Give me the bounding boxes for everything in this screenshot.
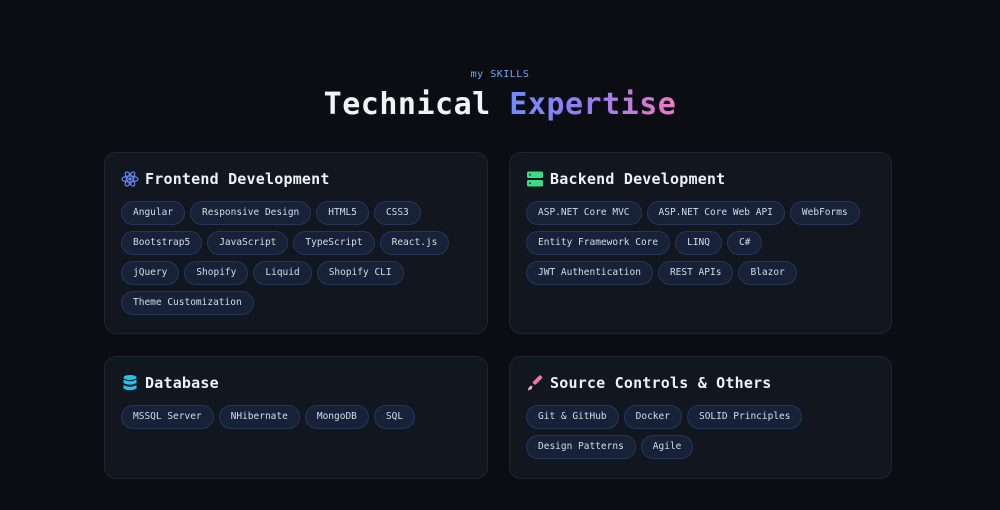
- skill-chip: Shopify CLI: [316, 261, 404, 285]
- skill-chip: MongoDB: [304, 405, 369, 429]
- card-title: Source Controls & Others: [550, 374, 772, 392]
- skill-chip: C#: [727, 231, 763, 255]
- section-heading: Technical Expertise: [0, 84, 1000, 126]
- card-title: Database: [145, 374, 219, 392]
- skill-chip: Responsive Design: [190, 201, 312, 225]
- skill-chip: Design Patterns: [526, 435, 636, 459]
- skill-chip: jQuery: [121, 261, 180, 285]
- heading-word-expertise: Expertise: [509, 87, 677, 122]
- skill-chip: Blazor: [738, 261, 797, 285]
- skill-chip: Git & GitHub: [526, 405, 619, 429]
- heading-word-technical: Technical: [323, 87, 491, 122]
- skill-chip: Docker: [623, 405, 682, 429]
- database-icon: [121, 374, 139, 392]
- skill-chip: HTML5: [316, 201, 369, 225]
- skill-chip: Agile: [640, 435, 694, 459]
- section-eyebrow: my SKILLS: [470, 69, 530, 80]
- card-title: Frontend Development: [145, 170, 330, 188]
- skill-chip-list: MSSQL Server NHibernate MongoDB SQL: [121, 405, 471, 429]
- skill-chip-list: Angular Responsive Design HTML5 CSS3 Boo…: [121, 201, 471, 315]
- skill-chip: ASP.NET Core MVC: [526, 201, 642, 225]
- skill-chip: LINQ: [675, 231, 722, 255]
- skill-chip: Bootstrap5: [121, 231, 203, 255]
- skill-chip: JWT Authentication: [526, 261, 653, 285]
- skill-chip: Liquid: [253, 261, 312, 285]
- brush-icon: [526, 374, 544, 392]
- react-atom-icon: [121, 170, 139, 188]
- card-header: Database: [121, 371, 471, 395]
- card-header: Source Controls & Others: [526, 371, 875, 395]
- card-title: Backend Development: [550, 170, 726, 188]
- server-icon: [526, 170, 544, 188]
- skill-chip: CSS3: [373, 201, 421, 225]
- skill-chip: JavaScript: [207, 231, 289, 255]
- skill-chip: Theme Customization: [121, 291, 254, 315]
- skill-card-others: Source Controls & Others Git & GitHub Do…: [509, 356, 892, 479]
- skill-chip: REST APIs: [657, 261, 734, 285]
- skill-chip: WebForms: [789, 201, 860, 225]
- skill-card-backend: Backend Development ASP.NET Core MVC ASP…: [509, 152, 892, 334]
- skill-chip: Entity Framework Core: [526, 231, 671, 255]
- skill-chip-list: Git & GitHub Docker SOLID Principles Des…: [526, 405, 875, 459]
- skill-chip: SQL: [373, 405, 416, 429]
- skill-chip: React.js: [379, 231, 450, 255]
- skill-chip: ASP.NET Core Web API: [646, 201, 785, 225]
- skill-chip-list: ASP.NET Core MVC ASP.NET Core Web API We…: [526, 201, 875, 285]
- skill-chip: Angular: [121, 201, 186, 225]
- skill-chip: SOLID Principles: [686, 405, 803, 429]
- skill-chip: TypeScript: [293, 231, 375, 255]
- skill-chip: NHibernate: [218, 405, 300, 429]
- skill-card-frontend: Frontend Development Angular Responsive …: [104, 152, 488, 334]
- skill-chip: Shopify: [184, 261, 249, 285]
- skill-card-database: Database MSSQL Server NHibernate MongoDB…: [104, 356, 488, 479]
- skill-chip: MSSQL Server: [121, 405, 214, 429]
- card-header: Frontend Development: [121, 167, 471, 191]
- card-header: Backend Development: [526, 167, 875, 191]
